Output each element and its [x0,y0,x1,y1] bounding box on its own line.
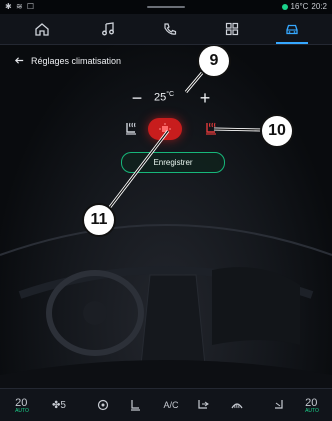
driver-temp-mode: AUTO [15,407,29,414]
defrost-button[interactable] [226,389,248,421]
passenger-temperature[interactable]: 20 AUTO [298,389,326,421]
music-note-icon [102,22,114,36]
callout-9: 9 [197,45,231,78]
driver-temperature[interactable]: 20 AUTO [8,389,36,421]
nav-apps[interactable] [214,14,250,44]
fan-settings-icon [97,399,109,411]
driver-temp-value: 20 [15,396,28,409]
fan-speed-button[interactable]: ✤ 5 [44,389,74,421]
fan-speed-value: 5 [60,399,66,411]
nav-music[interactable] [90,14,126,44]
connection-indicator-icon [281,3,288,10]
callout-11: 11 [82,203,116,237]
car-icon [286,24,298,35]
outside-temperature: 16°C [290,2,309,11]
air-flow-icon [198,400,209,409]
seat-heat-off-icon[interactable] [122,120,140,138]
home-icon [35,23,49,36]
apps-grid-icon [225,22,239,36]
seat-heat-on-icon[interactable] [202,120,220,138]
passenger-seat-button[interactable] [268,389,290,421]
passenger-temp-mode: AUTO [305,407,319,414]
fan-icon: ✤ [52,399,61,411]
passenger-temp-value: 20 [305,396,318,409]
seat-icon [131,400,140,411]
windshield-defrost-icon [231,403,243,409]
drag-handle[interactable] [147,6,185,8]
temperature-decrease-button[interactable]: − [128,87,146,109]
clock: 20:2 [311,2,327,11]
heat-level-icon [159,123,171,135]
save-button[interactable]: Enregistrer [121,152,225,173]
nav-phone[interactable] [152,14,188,44]
nav-vehicle[interactable] [274,14,310,44]
climate-bottom-bar: 20 AUTO ✤ 5 A/C 20 AUTO [0,388,332,421]
temperature-control: − 25°C + [128,87,220,109]
status-right: 16°C 20:2 [281,2,327,11]
climate-settings-view: Réglages climatisation − 25°C + Enregist… [0,45,332,388]
temperature-value: 25°C [154,91,174,104]
bluetooth-icon: ✱ [5,2,13,11]
climate-settings-button[interactable] [92,389,114,421]
ac-button[interactable]: A/C [158,389,184,421]
phone-icon: ☐ [26,2,36,11]
page-title: Réglages climatisation [31,55,122,66]
top-nav [0,14,332,45]
temperature-increase-button[interactable]: + [196,87,214,109]
status-bar: ✱ ≋ ☐ 16°C 20:2 [0,0,332,14]
status-icons: ✱ ≋ ☐ [5,2,35,11]
seat-heating-controls [118,118,224,140]
wifi-icon: ≋ [15,2,24,11]
nav-home[interactable] [24,14,60,44]
temperature-unit: °C [166,91,175,98]
temperature-number: 25 [154,91,167,104]
phone-icon [164,23,177,35]
active-tab-indicator [276,42,308,44]
seat-heating-button[interactable] [124,389,146,421]
page-header: Réglages climatisation [14,55,121,66]
seat-heat-level-button[interactable] [148,118,182,140]
back-arrow-icon[interactable] [14,55,25,66]
air-recirculation-button[interactable] [192,389,214,421]
callout-10: 10 [260,114,294,148]
passenger-seat-icon [275,400,283,409]
